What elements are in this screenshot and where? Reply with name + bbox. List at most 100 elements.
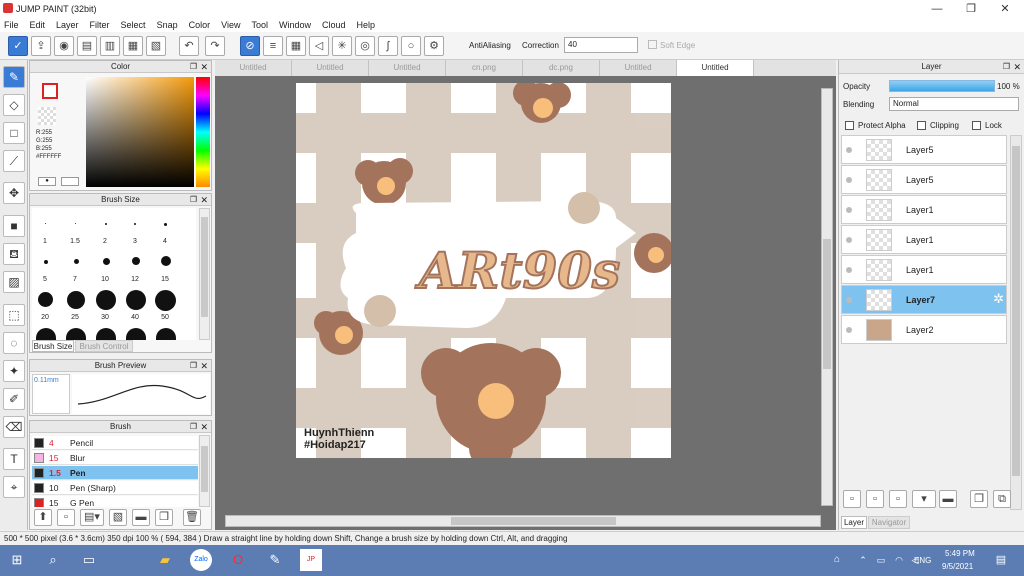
file-explorer-icon[interactable]: ▰ [154,549,176,571]
eraser-tool-icon[interactable]: ◇ [3,94,25,116]
tab-navigator[interactable]: Navigator [868,516,910,529]
menu-select[interactable]: Select [121,20,146,30]
doc-tab[interactable]: Untitled [369,60,446,76]
notifications-icon[interactable]: ▤ [990,549,1012,571]
document-icon[interactable]: ▦ [123,36,143,56]
paint-app-icon[interactable]: ✎ [264,549,286,571]
blending-select[interactable]: Normal [889,97,1019,111]
softedge-checkbox[interactable] [648,40,657,49]
scrollbar-thumb[interactable] [201,217,208,317]
artwork-canvas[interactable]: ARt90s HuynhThienn #Hoidap217 [296,83,671,458]
lock-checkbox[interactable] [972,121,981,130]
grid-settings-icon[interactable]: ▧ [146,36,166,56]
panel-close-icon[interactable]: ✕ [200,360,208,372]
panel-options-icon[interactable]: ❐ [1003,60,1010,74]
brush-list-scrollbar[interactable] [199,435,210,507]
panel-close-icon[interactable]: ✕ [1013,60,1021,74]
menu-color[interactable]: Color [189,20,211,30]
clock-date[interactable]: 9/5/2021 [942,562,973,571]
layer-row[interactable]: Layer1 [841,255,1007,284]
brush-settings-file-icon[interactable]: ▧ [109,509,127,526]
new-layer-1bit-icon[interactable]: ▫ [889,490,907,508]
cloud-icon[interactable]: ✓ [8,36,28,56]
menu-layer[interactable]: Layer [56,20,79,30]
people-icon[interactable]: ⌂ [826,549,848,571]
snap-ring-icon[interactable]: ○ [401,36,421,56]
brush-item-g-pen[interactable]: 15 G Pen [32,496,198,507]
comment-icon[interactable]: ◉ [54,36,74,56]
brush-delete-icon[interactable]: 🗑 [183,509,201,526]
menu-help[interactable]: Help [357,20,376,30]
lasso-tool-icon[interactable]: ◌ [3,332,25,354]
horizontal-scrollbar[interactable] [225,515,821,527]
zalo-icon[interactable]: Zalo [190,549,212,571]
doc-tab-active[interactable]: Untitled [677,60,754,76]
panel-options-icon[interactable]: ❐ [190,194,197,206]
brush-item-pen-sharp[interactable]: 10 Pen (Sharp) [32,481,198,495]
new-layer-8bit-icon[interactable]: ▫ [866,490,884,508]
menu-edit[interactable]: Edit [30,20,46,30]
panel-options-icon[interactable]: ❐ [190,360,197,372]
eye-icon[interactable] [846,207,852,213]
eye-icon[interactable] [846,327,852,333]
menu-filter[interactable]: Filter [90,20,110,30]
doc-tab[interactable]: Untitled [600,60,677,76]
opacity-slider[interactable] [889,80,995,92]
bucket-tool-icon[interactable]: ⛾ [3,243,25,265]
brush-size-grid[interactable]: 1 1.5 2 3 4 5 7 10 12 15 20 25 30 40 50 [32,208,196,340]
color-mode-button[interactable]: ● [38,177,56,186]
doc-tab[interactable]: cn.png [446,60,523,76]
snap-off-icon[interactable]: ⊘ [240,36,260,56]
canvas-viewport[interactable]: ARt90s HuynhThienn #Hoidap217 [215,76,836,530]
panel-options-icon[interactable]: ❐ [190,61,197,73]
panel-close-icon[interactable]: ✕ [200,421,208,433]
layer-row[interactable]: Layer1 [841,225,1007,254]
brush-folder-icon[interactable]: ▬ [132,509,150,526]
scrollbar-thumb[interactable] [451,517,616,525]
eye-icon[interactable] [846,267,852,273]
layer-row[interactable]: Layer5 [841,135,1007,164]
color-saturation-picker[interactable] [86,77,194,187]
minimize-button[interactable]: — [920,0,954,18]
tab-brush-size[interactable]: Brush Size [32,340,74,352]
layer-row[interactable]: Layer1 [841,195,1007,224]
eye-icon[interactable] [846,177,852,183]
rect-tool-icon[interactable]: □ [3,122,25,144]
hue-slider[interactable] [196,77,210,187]
opera-icon[interactable]: O [227,549,249,571]
snap-grid-icon[interactable]: ▦ [286,36,306,56]
layer-row[interactable]: Layer5 [841,165,1007,194]
undo-icon[interactable]: ↶ [179,36,199,56]
new-layer-icon[interactable]: ▫ [843,490,861,508]
redo-icon[interactable]: ↷ [205,36,225,56]
eye-icon[interactable] [846,297,852,303]
text-tool-icon[interactable]: T [3,448,25,470]
eyedropper-tool-icon[interactable]: ⌖ [3,476,25,498]
page-icon[interactable]: ▥ [100,36,120,56]
protect-alpha-checkbox[interactable] [845,121,854,130]
search-icon[interactable]: ⌕ [42,549,64,571]
menu-window[interactable]: Window [279,20,311,30]
menu-tool[interactable]: Tool [251,20,268,30]
tab-brush-control[interactable]: Brush Control [75,340,133,352]
select-pen-tool-icon[interactable]: ✐ [3,388,25,410]
snap-curve-icon[interactable]: ∫ [378,36,398,56]
fill-rect-tool-icon[interactable]: ■ [3,215,25,237]
correction-select[interactable]: 40 [564,37,638,53]
eye-icon[interactable] [846,147,852,153]
snap-settings-icon[interactable]: ⚙ [424,36,444,56]
clipping-checkbox[interactable] [917,121,926,130]
layer-copy-icon[interactable]: ❐ [970,490,988,508]
doc-tab[interactable]: Untitled [292,60,369,76]
move-tool-icon[interactable]: ✥ [3,182,25,204]
brush-new-icon[interactable]: ▫ [57,509,75,526]
text-icon[interactable]: ▤ [77,36,97,56]
transparent-color-swatch[interactable] [38,107,56,125]
menu-file[interactable]: File [4,20,19,30]
snap-radial-icon[interactable]: ✳ [332,36,352,56]
scrollbar-thumb[interactable] [1012,146,1020,476]
brush-item-pencil[interactable]: 4 Pencil [32,436,198,450]
line-tool-icon[interactable]: ⟋ [3,150,25,172]
brush-item-pen[interactable]: 1.5Pen✲ [32,466,198,480]
task-view-icon[interactable]: ▭ [78,549,100,571]
